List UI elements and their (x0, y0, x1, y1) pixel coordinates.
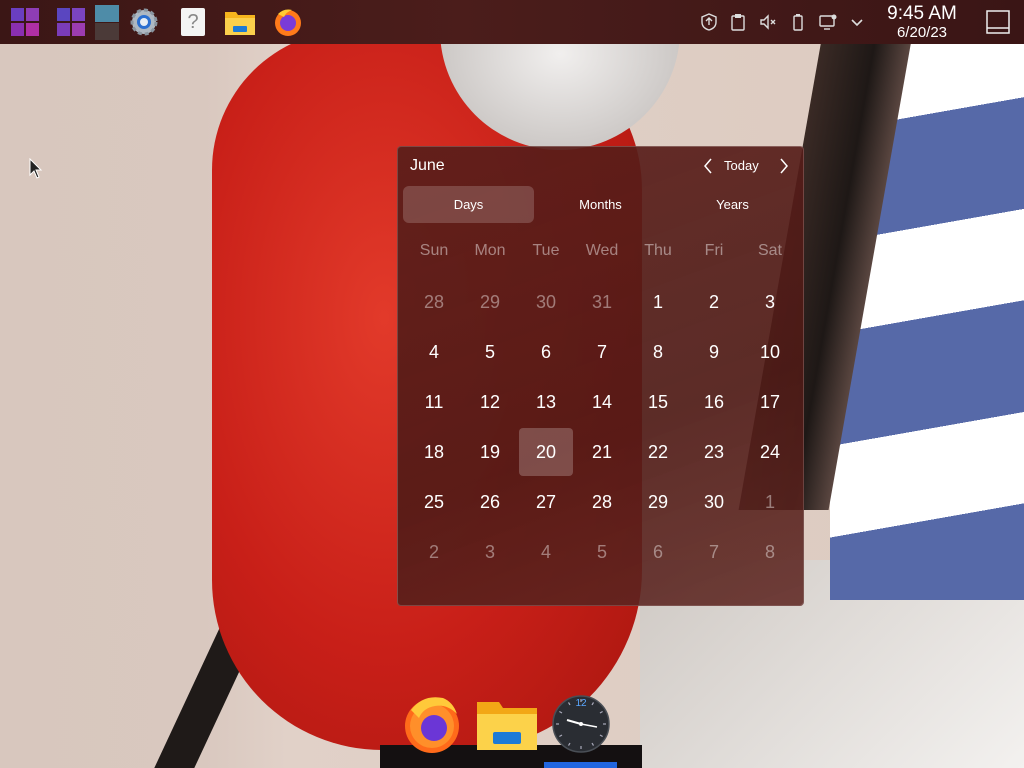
calendar-day[interactable]: 26 (463, 478, 517, 526)
calendar-day[interactable]: 29 (463, 278, 517, 326)
calendar-day[interactable]: 10 (743, 328, 797, 376)
show-desktop-icon[interactable] (981, 5, 1015, 39)
tab-days[interactable]: Days (403, 186, 534, 223)
dock-files-icon[interactable] (475, 696, 539, 752)
calendar-month-label[interactable]: June (410, 157, 445, 175)
clock-twelve-label: 12 (575, 698, 587, 709)
calendar-day[interactable]: 28 (575, 478, 629, 526)
weekday-label: Sun (419, 242, 449, 259)
help-icon[interactable]: ? (176, 5, 210, 39)
calendar-day[interactable]: 4 (407, 328, 461, 376)
weekday-label: Thu (644, 242, 672, 259)
clock-time[interactable]: 9:45 AM (872, 3, 972, 25)
calendar-popup: June Today Days Months Years Sun Mon Tue We… (397, 146, 804, 606)
calendar-day[interactable]: 29 (631, 478, 685, 526)
calendar-day[interactable]: 22 (631, 428, 685, 476)
settings-icon[interactable] (127, 5, 161, 39)
weekday-label: Tue (532, 242, 560, 259)
weekday-label: Fri (704, 242, 724, 259)
active-app-indicator (544, 762, 617, 768)
calendar-day[interactable]: 16 (687, 378, 741, 426)
calendar-day[interactable]: 5 (463, 328, 517, 376)
calendar-day[interactable]: 14 (575, 378, 629, 426)
today-button[interactable]: Today (724, 158, 759, 173)
calendar-day[interactable]: 8 (631, 328, 685, 376)
help-glyph: ? (181, 8, 205, 36)
volume-muted-icon[interactable] (756, 10, 780, 34)
calendar-day[interactable]: 6 (631, 528, 685, 576)
display-icon[interactable] (816, 10, 840, 34)
calendar-day[interactable]: 23 (687, 428, 741, 476)
calendar-day[interactable]: 3 (463, 528, 517, 576)
calendar-day[interactable]: 1 (743, 478, 797, 526)
calendar-day[interactable]: 4 (519, 528, 573, 576)
calendar-day[interactable]: 25 (407, 478, 461, 526)
virtual-desktops-icon[interactable] (90, 3, 124, 41)
calendar-day[interactable]: 15 (631, 378, 685, 426)
weekday-label: Wed (585, 242, 619, 259)
firefox-icon[interactable] (271, 5, 305, 39)
tab-years[interactable]: Years (667, 186, 798, 223)
dock: 12 (395, 690, 625, 760)
clipboard-icon[interactable] (726, 10, 750, 34)
tab-months[interactable]: Months (535, 186, 666, 223)
calendar-day[interactable]: 7 (687, 528, 741, 576)
top-panel: ? 9:45 AM 6/20/23 (0, 0, 1024, 44)
calendar-day[interactable]: 1 (631, 278, 685, 326)
dock-clock-icon[interactable]: 12 (551, 694, 611, 754)
update-icon[interactable] (697, 10, 721, 34)
calendar-day[interactable]: 17 (743, 378, 797, 426)
clock-date[interactable]: 6/20/23 (872, 24, 972, 41)
workspace-switcher-icon[interactable] (54, 5, 88, 39)
calendar-day[interactable]: 3 (743, 278, 797, 326)
calendar-day[interactable]: 11 (407, 378, 461, 426)
calendar-day[interactable]: 31 (575, 278, 629, 326)
calendar-day[interactable]: 13 (519, 378, 573, 426)
calendar-day[interactable]: 28 (407, 278, 461, 326)
chevron-left-icon[interactable] (698, 155, 718, 177)
calendar-day[interactable]: 2 (407, 528, 461, 576)
calendar-day[interactable]: 12 (463, 378, 517, 426)
chevron-right-icon[interactable] (774, 155, 794, 177)
dock-firefox-icon[interactable] (401, 692, 463, 754)
calendar-day[interactable]: 6 (519, 328, 573, 376)
mouse-cursor-icon (29, 158, 43, 179)
calendar-day[interactable]: 30 (519, 278, 573, 326)
chevron-down-icon[interactable] (845, 10, 869, 34)
calendar-day[interactable]: 2 (687, 278, 741, 326)
calendar-day[interactable]: 27 (519, 478, 573, 526)
calendar-day[interactable]: 8 (743, 528, 797, 576)
application-launcher-icon[interactable] (8, 5, 42, 39)
calendar-day[interactable]: 5 (575, 528, 629, 576)
calendar-day[interactable]: 7 (575, 328, 629, 376)
calendar-day[interactable]: 9 (687, 328, 741, 376)
calendar-day[interactable]: 30 (687, 478, 741, 526)
calendar-day-today[interactable]: 20 (519, 428, 573, 476)
calendar-day[interactable]: 24 (743, 428, 797, 476)
weekday-label: Mon (474, 242, 506, 259)
calendar-day[interactable]: 21 (575, 428, 629, 476)
calendar-day[interactable]: 19 (463, 428, 517, 476)
file-manager-icon[interactable] (223, 5, 257, 39)
calendar-day[interactable]: 18 (407, 428, 461, 476)
battery-icon[interactable] (786, 10, 810, 34)
weekday-label: Sat (757, 242, 782, 259)
